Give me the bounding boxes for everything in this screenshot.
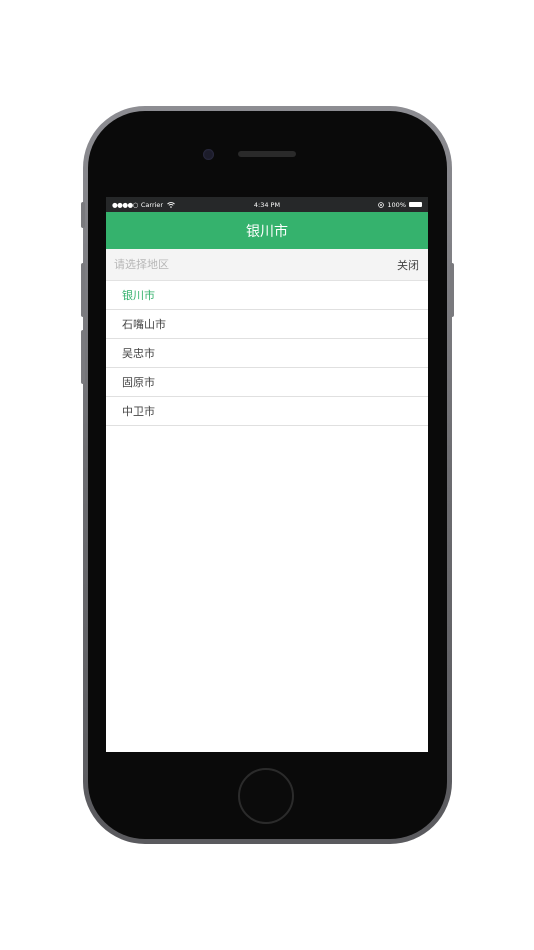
volume-down-button xyxy=(81,330,85,384)
signal-strength: ●●●●○ xyxy=(112,200,138,209)
list-item[interactable]: 石嘴山市 xyxy=(106,310,428,339)
mute-switch xyxy=(81,202,85,228)
orientation-lock-icon xyxy=(378,201,385,208)
nav-bar: 银川市 xyxy=(106,212,428,249)
status-bar: ●●●●○ Carrier 4:34 PM 100% xyxy=(106,197,428,212)
wifi-icon xyxy=(167,201,175,208)
list-item[interactable]: 固原市 xyxy=(106,368,428,397)
list-item[interactable]: 中卫市 xyxy=(106,397,428,426)
home-button[interactable] xyxy=(238,768,294,824)
list-item[interactable]: 吴忠市 xyxy=(106,339,428,368)
list-item-label: 石嘴山市 xyxy=(122,318,166,331)
list-item-label: 吴忠市 xyxy=(122,347,155,360)
status-right-group: 100% xyxy=(378,201,422,209)
list-item-label: 银川市 xyxy=(122,289,155,302)
power-button xyxy=(450,263,454,317)
volume-up-button xyxy=(81,263,85,317)
search-row: 关闭 xyxy=(106,249,428,281)
list-item[interactable]: 银川市 xyxy=(106,281,428,310)
page-title: 银川市 xyxy=(246,223,288,240)
earpiece-speaker xyxy=(238,151,296,157)
close-button[interactable]: 关闭 xyxy=(397,257,419,273)
region-search-input[interactable] xyxy=(114,258,397,271)
region-list: 银川市 石嘴山市 吴忠市 固原市 中卫市 xyxy=(106,281,428,426)
battery-icon xyxy=(409,202,422,207)
battery-percent: 100% xyxy=(387,200,406,209)
screen: ●●●●○ Carrier 4:34 PM 100% 银川市 关闭 银川市 石嘴… xyxy=(106,197,428,752)
carrier-name: Carrier xyxy=(140,200,164,209)
front-camera xyxy=(203,149,214,160)
list-item-label: 中卫市 xyxy=(122,405,155,418)
list-item-label: 固原市 xyxy=(122,376,155,389)
